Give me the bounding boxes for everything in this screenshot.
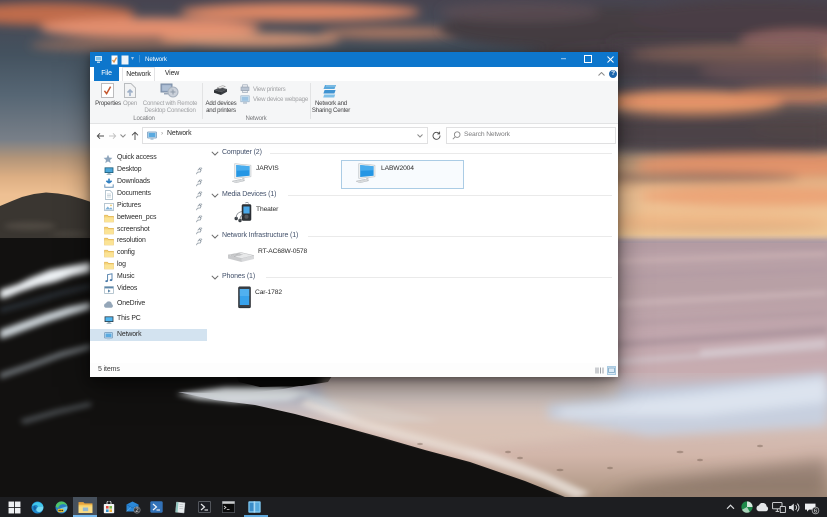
svg-text:6: 6 — [814, 508, 817, 514]
